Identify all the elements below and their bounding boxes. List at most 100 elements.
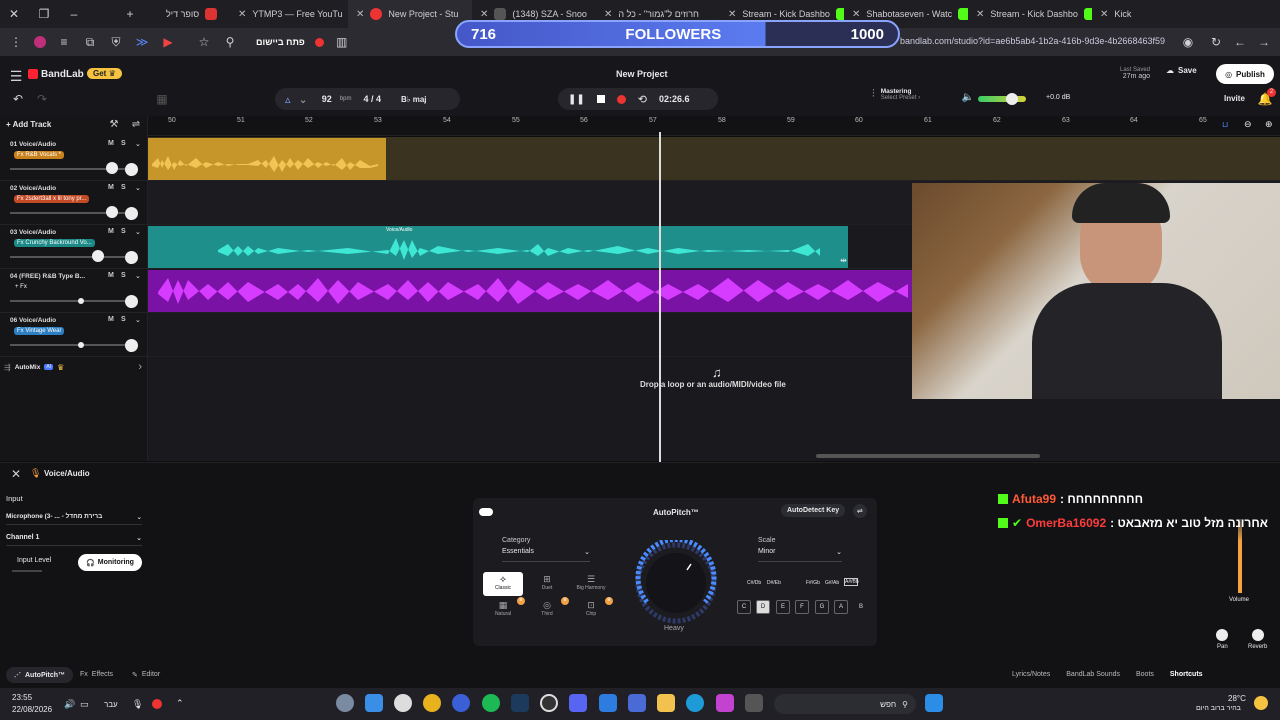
channel-select[interactable]: Channel 1 ⌄ xyxy=(6,530,142,546)
chevron-down-icon[interactable]: ⌄ xyxy=(135,140,141,148)
settings-sliders-icon[interactable]: ⇌ xyxy=(853,504,867,518)
taskbar-search[interactable]: חפש ⚲ xyxy=(774,694,916,714)
track-fx-badge[interactable]: Fx Crunchy Backround Vo... xyxy=(14,239,95,247)
key-sharp-1[interactable]: C#/Db xyxy=(747,580,761,586)
pause-icon[interactable]: ❚❚ xyxy=(568,94,585,105)
audio-clip-04[interactable] xyxy=(148,270,912,312)
new-tab-icon[interactable]: + xyxy=(122,7,138,21)
reverb-knob[interactable] xyxy=(1252,629,1264,641)
settings-icon[interactable]: ⇌ xyxy=(128,119,144,130)
extension-icon[interactable] xyxy=(34,36,46,48)
key-note-f[interactable]: F xyxy=(795,600,809,614)
horizontal-scrollbar[interactable] xyxy=(816,454,1040,458)
chevron-right-icon[interactable]: › xyxy=(138,361,142,373)
key-value[interactable]: B♭ maj xyxy=(401,95,427,104)
slider-knob[interactable] xyxy=(106,206,118,218)
discord-app-icon[interactable] xyxy=(569,694,587,712)
monitoring-toggle[interactable]: 🎧 Monitoring xyxy=(78,554,142,571)
preset-duet[interactable]: ⊞ Duet xyxy=(527,572,567,596)
metronome-icon[interactable]: ▵ xyxy=(285,93,291,106)
split-view-icon[interactable]: ▥ xyxy=(334,35,350,49)
pan-knob[interactable] xyxy=(125,163,138,176)
shortcuts-button[interactable]: Shortcuts xyxy=(1170,671,1203,678)
key-note-d[interactable]: D xyxy=(756,600,770,614)
track-volume-slider[interactable] xyxy=(10,298,126,304)
audio-clip-03[interactable] xyxy=(148,226,848,268)
tab-0[interactable]: סופר דיל xyxy=(158,0,230,28)
mute-button[interactable]: M xyxy=(108,184,114,191)
lyrics-notes-link[interactable]: Lyrics/Notes xyxy=(1012,671,1050,678)
grid-icon[interactable]: ▦ xyxy=(154,92,170,106)
volume-icon[interactable]: 🔊 xyxy=(64,699,75,710)
pan-knob[interactable] xyxy=(1216,629,1228,641)
close-icon[interactable]: ✕ xyxy=(728,9,736,20)
loop-icon[interactable]: ⟲ xyxy=(638,93,647,106)
track-fx-badge[interactable]: Fx Vintage Wear xyxy=(14,327,65,335)
preset-classic[interactable]: ⟡ Classic xyxy=(483,572,523,596)
chevron-down-icon[interactable]: ⌄ xyxy=(135,316,141,324)
clock-time[interactable]: 23:55 xyxy=(12,693,32,702)
chevron-down-icon[interactable]: ⌄ xyxy=(135,184,141,192)
add-fx-button[interactable]: + Fx xyxy=(12,283,30,291)
close-icon[interactable]: ✕ xyxy=(480,9,488,20)
spotify-app-icon[interactable] xyxy=(482,694,500,712)
playhead[interactable] xyxy=(659,132,661,462)
track-volume-slider[interactable] xyxy=(10,162,126,174)
weather-icon[interactable] xyxy=(1254,696,1268,710)
zoom-icon[interactable]: ⚲ xyxy=(222,35,238,49)
office-app-icon[interactable] xyxy=(716,694,734,712)
profile-icon[interactable]: ◉ xyxy=(1180,35,1196,49)
key-note-e[interactable]: E xyxy=(776,600,790,614)
mute-button[interactable]: M xyxy=(108,316,114,323)
chevron-up-icon[interactable]: ⌃ xyxy=(176,698,184,709)
store-app-icon[interactable] xyxy=(628,694,646,712)
key-sharp-3[interactable]: F#/Gb xyxy=(806,580,820,586)
extension-icon[interactable]: ≫ xyxy=(134,35,150,49)
bandlab-sounds-link[interactable]: BandLab Sounds xyxy=(1066,671,1120,678)
track-header-02[interactable]: 02 Voice/Audio Fx 2sdert3all x lil tony … xyxy=(0,181,148,225)
tab-7[interactable]: ✕ Stream - Kick Dashbo xyxy=(968,0,1092,28)
autodetect-key-button[interactable]: AutoDetect Key xyxy=(781,504,846,517)
strength-knob[interactable] xyxy=(633,540,719,626)
reload-icon[interactable]: ↻ xyxy=(1208,35,1224,49)
close-icon[interactable]: ✕ xyxy=(8,467,24,481)
close-icon[interactable]: ✕ xyxy=(6,7,22,21)
hamburger-menu-icon[interactable]: ☰ xyxy=(8,68,24,85)
bpm-value[interactable]: 92 xyxy=(322,94,332,104)
explorer-app-icon[interactable] xyxy=(657,694,675,712)
key-note-b[interactable]: B xyxy=(854,600,868,614)
close-icon[interactable]: ✕ xyxy=(604,9,612,20)
get-membership-button[interactable]: Get ♛ xyxy=(87,68,122,79)
boots-link[interactable]: Boots xyxy=(1136,671,1154,678)
slider-knob[interactable] xyxy=(1006,93,1018,105)
track-header-03[interactable]: 03 Voice/Audio Fx Crunchy Backround Vo..… xyxy=(0,225,148,269)
edge-app-icon[interactable] xyxy=(686,694,704,712)
pan-knob[interactable] xyxy=(125,251,138,264)
solo-button[interactable]: S xyxy=(121,316,126,323)
wand-icon[interactable]: ⚒ xyxy=(106,119,122,130)
minimize-icon[interactable]: – xyxy=(66,7,82,21)
url-text[interactable]: bandlab.com/studio?id=ae6b5ab4-1b2a-416b… xyxy=(900,36,1165,46)
mastering-button[interactable]: ⫶ Mastering Select Preset › xyxy=(872,88,920,101)
slider-knob[interactable] xyxy=(92,250,104,262)
category-select[interactable]: Essentials ⌄ xyxy=(502,548,590,562)
track-header-06[interactable]: 06 Voice/Audio Fx Vintage Wear M S ⌄ xyxy=(0,313,148,357)
ea-app-icon[interactable] xyxy=(452,694,470,712)
volume-fader[interactable] xyxy=(1238,519,1242,593)
close-icon[interactable]: ✕ xyxy=(238,9,246,20)
tab-effects[interactable]: Fx Effects xyxy=(80,671,113,678)
reading-list-icon[interactable]: ≡ xyxy=(56,35,72,49)
key-note-a[interactable]: A xyxy=(834,600,848,614)
automix-row[interactable]: ⇶ AutoMix AI ♛ › xyxy=(0,358,148,376)
mic-icon[interactable]: 🎙 xyxy=(132,699,143,710)
solo-button[interactable]: S xyxy=(121,228,126,235)
language-indicator[interactable]: עבר xyxy=(104,700,118,709)
star-icon[interactable]: ☆ xyxy=(196,35,212,49)
track-volume-slider[interactable] xyxy=(10,342,126,348)
master-volume-slider[interactable] xyxy=(978,93,1026,105)
chevron-down-icon[interactable]: ⌄ xyxy=(135,272,141,280)
notepad-app-icon[interactable] xyxy=(365,694,383,712)
scale-select[interactable]: Minor ⌄ xyxy=(758,548,842,562)
snap-icon[interactable]: ⊔ xyxy=(1222,120,1228,129)
tab-2[interactable]: ✕ New Project - Stu xyxy=(348,0,472,28)
